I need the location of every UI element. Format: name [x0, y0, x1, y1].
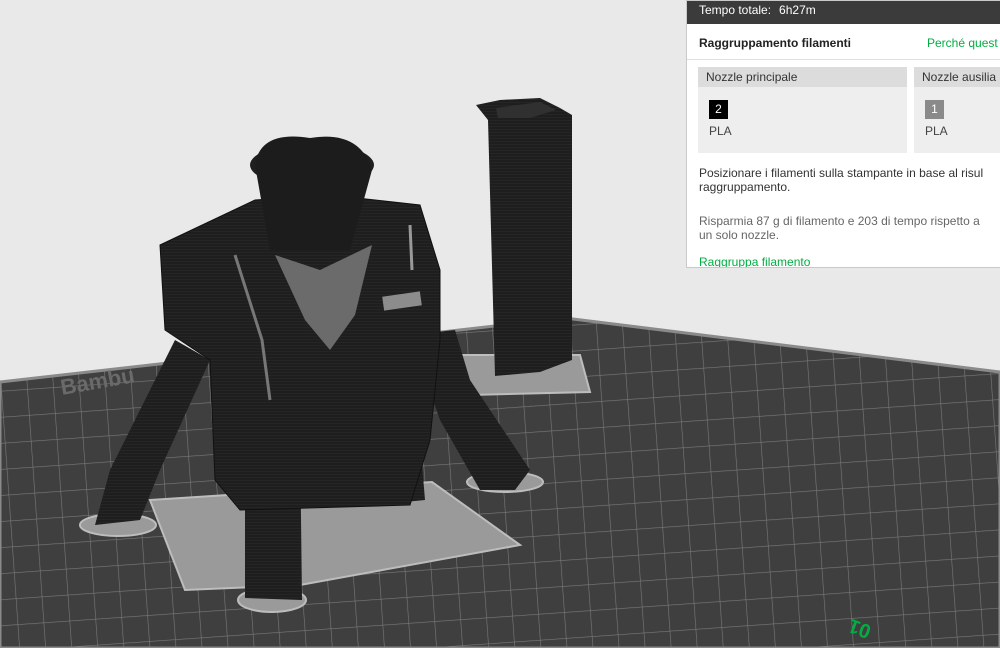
why-link[interactable]: Perché quest	[927, 36, 998, 50]
main-nozzle-title: Nozzle principale	[698, 67, 907, 87]
aux-nozzle-title: Nozzle ausilia	[914, 67, 1000, 87]
total-time-bar: Tempo totale: 6h27m	[687, 1, 1000, 24]
main-nozzle-box[interactable]: Nozzle principale 2 PLA	[698, 67, 907, 153]
filament-grouping-panel: Tempo totale: 6h27m Raggruppamento filam…	[686, 0, 1000, 268]
filament-slot-1[interactable]: 1	[925, 100, 944, 119]
filament-slot-2[interactable]: 2	[709, 100, 728, 119]
instruction-text: Posizionare i filamenti sulla stampante …	[699, 166, 984, 194]
total-time-value: 6h27m	[779, 3, 816, 17]
total-time-label: Tempo totale:	[699, 3, 772, 17]
filament-material: PLA	[925, 124, 948, 138]
savings-text: Risparmia 87 g di filamento e 203 di tem…	[699, 214, 980, 242]
filament-material: PLA	[709, 124, 732, 138]
divider	[687, 59, 1000, 60]
panel-title-row: Raggruppamento filamenti Perché quest	[699, 36, 1000, 52]
panel-title: Raggruppamento filamenti	[699, 36, 852, 50]
aux-nozzle-box[interactable]: Nozzle ausilia 1 PLA	[914, 67, 1000, 153]
group-filament-link[interactable]: Raggruppa filamento	[699, 255, 810, 267]
